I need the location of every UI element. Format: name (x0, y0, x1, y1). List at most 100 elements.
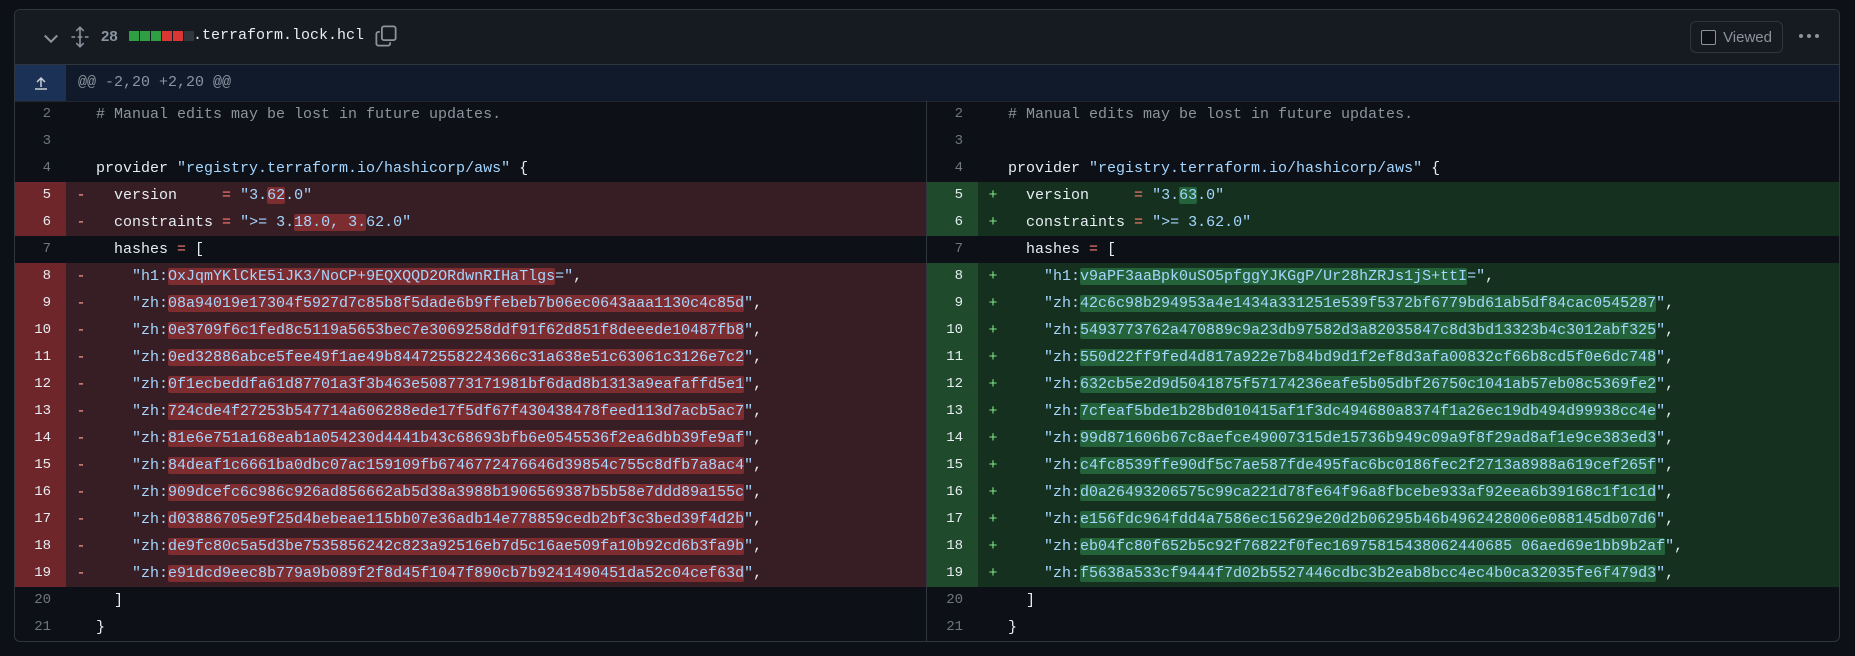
line-number[interactable]: 14 (927, 425, 978, 452)
line-number[interactable]: 2 (927, 101, 978, 128)
line-number[interactable]: 8 (15, 263, 66, 290)
code-text: "zh:08a94019e17304f5927d7c85b8f5dade6b9f… (96, 295, 926, 312)
kebab-menu-icon[interactable] (1797, 26, 1821, 46)
line-number[interactable]: 3 (15, 128, 66, 155)
code-token: 84deaf1c6661ba0dbc07ac159109fb6746772476… (168, 457, 745, 474)
code-token: { (510, 160, 529, 177)
diff-line: 18 + "zh:eb04fc80f652b5c92f76822f0fec1697… (927, 533, 1839, 560)
diff-line: 2 # Manual edits may be lost in future up… (927, 101, 1839, 128)
line-number[interactable]: 12 (15, 371, 66, 398)
code-token: =" (555, 268, 574, 285)
code-token: "3. (1152, 187, 1180, 204)
line-number[interactable]: 3 (927, 128, 978, 155)
code-token: ] (1008, 592, 1036, 609)
diff-line: 17- "zh:d03886705e9f25d4bebeae115bb07e36… (15, 506, 926, 533)
code-token: , (1665, 457, 1675, 474)
line-number[interactable]: 18 (927, 533, 978, 560)
line-number[interactable]: 14 (15, 425, 66, 452)
line-number[interactable]: 20 (927, 587, 978, 614)
line-number[interactable]: 4 (15, 155, 66, 182)
line-number[interactable]: 2 (15, 101, 66, 128)
code-token: "zh: (1044, 376, 1081, 393)
line-number[interactable]: 4 (927, 155, 978, 182)
diff-line: 21} (927, 614, 1839, 641)
code-token: "zh: (1044, 484, 1081, 501)
line-number[interactable]: 5 (927, 182, 978, 209)
line-number[interactable]: 7 (927, 236, 978, 263)
diff-line: 10- "zh:0e3709f6c1fed8c5119a5653bec7e306… (15, 317, 926, 344)
line-number[interactable]: 11 (927, 344, 978, 371)
line-number[interactable]: 17 (15, 506, 66, 533)
copy-icon[interactable] (375, 25, 397, 47)
line-number[interactable]: 17 (927, 506, 978, 533)
code-token: " (1656, 565, 1666, 582)
code-text: ] (1008, 592, 1839, 609)
line-number[interactable]: 9 (15, 290, 66, 317)
code-token: "3. (240, 187, 268, 204)
code-token: " (744, 349, 754, 366)
expand-all-icon[interactable] (70, 26, 90, 48)
code-token: 550d22ff9fed4d817a922e7b84bd9d1f2ef8d3af… (1080, 349, 1657, 366)
code-text: "zh:632cb5e2d9d5041875f57174236eafe5b05d… (1008, 376, 1839, 393)
line-number[interactable]: 10 (927, 317, 978, 344)
line-number[interactable]: 19 (927, 560, 978, 587)
code-token: , (753, 484, 763, 501)
expand-up-button[interactable] (15, 65, 66, 101)
code-token: "zh: (1044, 430, 1081, 447)
code-token: , (1665, 565, 1675, 582)
code-token: "zh: (1044, 565, 1081, 582)
hunk-header: @@ -2,20 +2,20 @@ (15, 65, 1839, 102)
code-text: ] (96, 592, 926, 609)
viewed-checkbox[interactable] (1701, 29, 1717, 45)
diffstat-square (162, 31, 172, 41)
code-token: d0a26493206575c99ca221d78fe64f96a8fbcebe… (1080, 484, 1657, 501)
line-number[interactable]: 10 (15, 317, 66, 344)
code-token: , (1665, 295, 1675, 312)
diff-line: 13 + "zh:7cfeaf5bde1b28bd010415af1f3dc494… (927, 398, 1839, 425)
file-name[interactable]: .terraform.lock.hcl (193, 27, 364, 44)
code-token: OxJqmYKlCkE5iJK3/NoCP+9EQXQQD2ORdwnRIHaT… (168, 268, 556, 285)
code-text: "zh:e91dcd9eec8b779a9b089f2f8d45f1047f89… (96, 565, 926, 582)
diff-line: 6 + constraints = ">= 3.62.0" (927, 209, 1839, 236)
code-text: "zh:e156fdc964fdd4a7586ec15629e20d2b0629… (1008, 511, 1839, 528)
line-number[interactable]: 15 (927, 452, 978, 479)
code-token: "registry.terraform.io/hashicorp/aws" (177, 160, 511, 177)
line-number[interactable]: 8 (927, 263, 978, 290)
diff-line: 11- "zh:0ed32886abce5fee49f1ae49b8447255… (15, 344, 926, 371)
line-number[interactable]: 21 (15, 614, 66, 641)
line-number[interactable]: 9 (927, 290, 978, 317)
code-token: , (573, 268, 583, 285)
line-number[interactable]: 13 (15, 398, 66, 425)
viewed-toggle[interactable]: Viewed (1690, 21, 1783, 53)
line-number[interactable]: 20 (15, 587, 66, 614)
line-number[interactable]: 19 (15, 560, 66, 587)
line-number[interactable]: 11 (15, 344, 66, 371)
line-number[interactable]: 21 (927, 614, 978, 641)
line-number[interactable]: 15 (15, 452, 66, 479)
code-token: " (744, 430, 754, 447)
code-token: , (753, 511, 763, 528)
line-number[interactable]: 12 (927, 371, 978, 398)
line-number[interactable]: 5 (15, 182, 66, 209)
code-token: ] (96, 592, 124, 609)
diff-line: 17 + "zh:e156fdc964fdd4a7586ec15629e20d2b… (927, 506, 1839, 533)
line-number[interactable]: 16 (15, 479, 66, 506)
diff-line: 13- "zh:724cde4f27253b547714a606288ede17… (15, 398, 926, 425)
code-token: "zh: (132, 565, 169, 582)
line-number[interactable]: 6 (927, 209, 978, 236)
line-number[interactable]: 13 (927, 398, 978, 425)
line-number[interactable]: 6 (15, 209, 66, 236)
line-number[interactable]: 18 (15, 533, 66, 560)
diff-line: 11 + "zh:550d22ff9fed4d817a922e7b84bd9d1f… (927, 344, 1839, 371)
line-number[interactable]: 7 (15, 236, 66, 263)
code-token: " (744, 403, 754, 420)
chevron-down-icon[interactable] (41, 28, 61, 48)
line-number[interactable]: 16 (927, 479, 978, 506)
